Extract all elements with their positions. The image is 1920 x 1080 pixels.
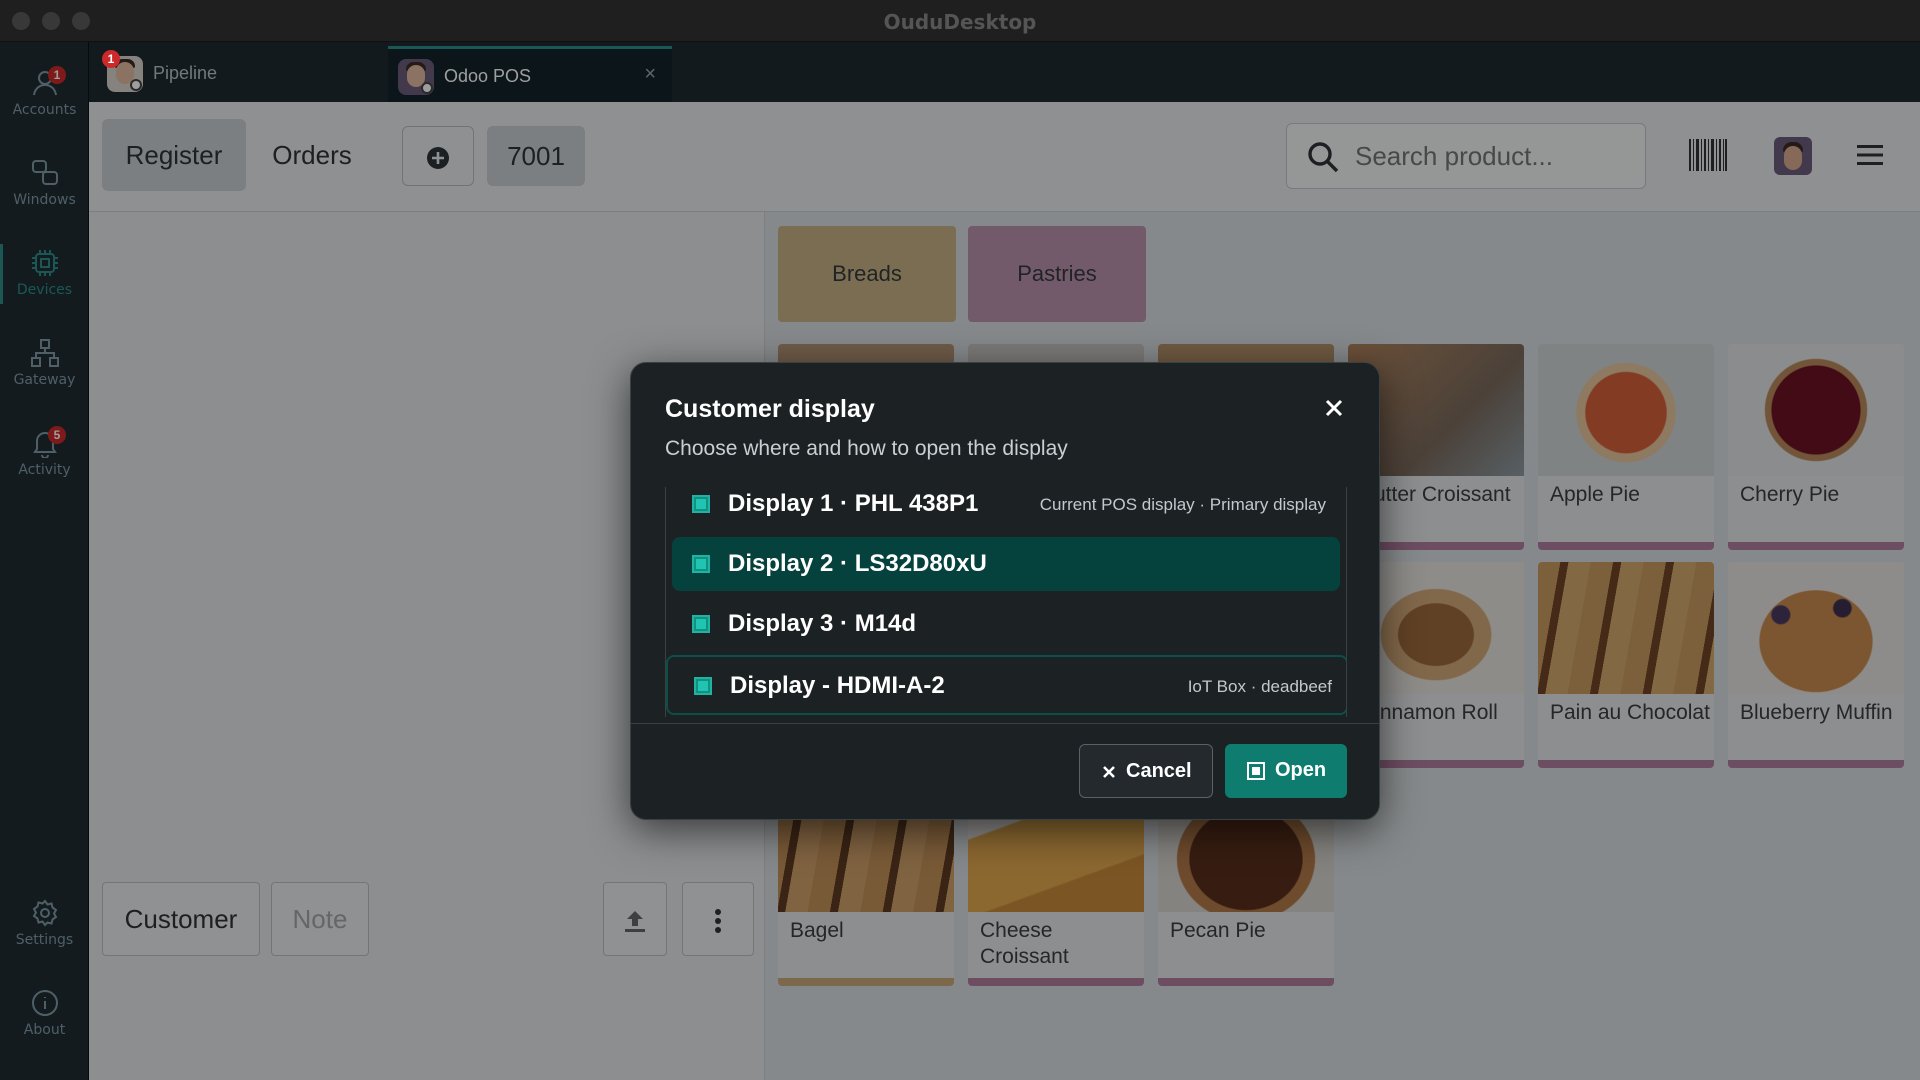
display-meta: IoT Box · deadbeef [1187,677,1332,696]
dialog-footer: Cancel Open [631,723,1379,819]
display-name: Display 3 · M14d [728,610,917,637]
dialog-subtitle: Choose where and how to open the display [665,437,1068,460]
monitor-icon [692,615,710,633]
display-option[interactable]: Display - HDMI-A-2 IoT Box · deadbeef [666,655,1346,715]
display-option-selected[interactable]: Display 2 · LS32D80xU [672,537,1340,591]
monitor-icon [694,677,712,695]
dialog-title: Customer display [665,395,875,423]
display-list: Display 1 · PHL 438P1 Current POS displa… [665,487,1347,717]
cancel-button[interactable]: Cancel [1079,744,1213,798]
monitor-icon [1247,762,1265,780]
open-label: Open [1275,759,1327,781]
cancel-label: Cancel [1126,760,1192,782]
monitor-icon [692,555,710,573]
customer-display-dialog: Customer display Choose where and how to… [630,362,1380,820]
open-button[interactable]: Open [1225,744,1347,798]
display-name: Display - HDMI-A-2 [730,672,945,699]
display-name: Display 1 · PHL 438P1 [728,490,979,517]
close-icon[interactable] [1319,393,1349,423]
display-meta: Current POS display · Primary display [1039,495,1326,514]
monitor-icon [692,495,710,513]
pipeline-badge: 1 [102,50,120,68]
display-option[interactable]: Display 1 · PHL 438P1 Current POS displa… [672,487,1340,531]
x-icon [1103,766,1115,778]
display-name: Display 2 · LS32D80xU [728,550,987,577]
display-option[interactable]: Display 3 · M14d [672,597,1340,651]
